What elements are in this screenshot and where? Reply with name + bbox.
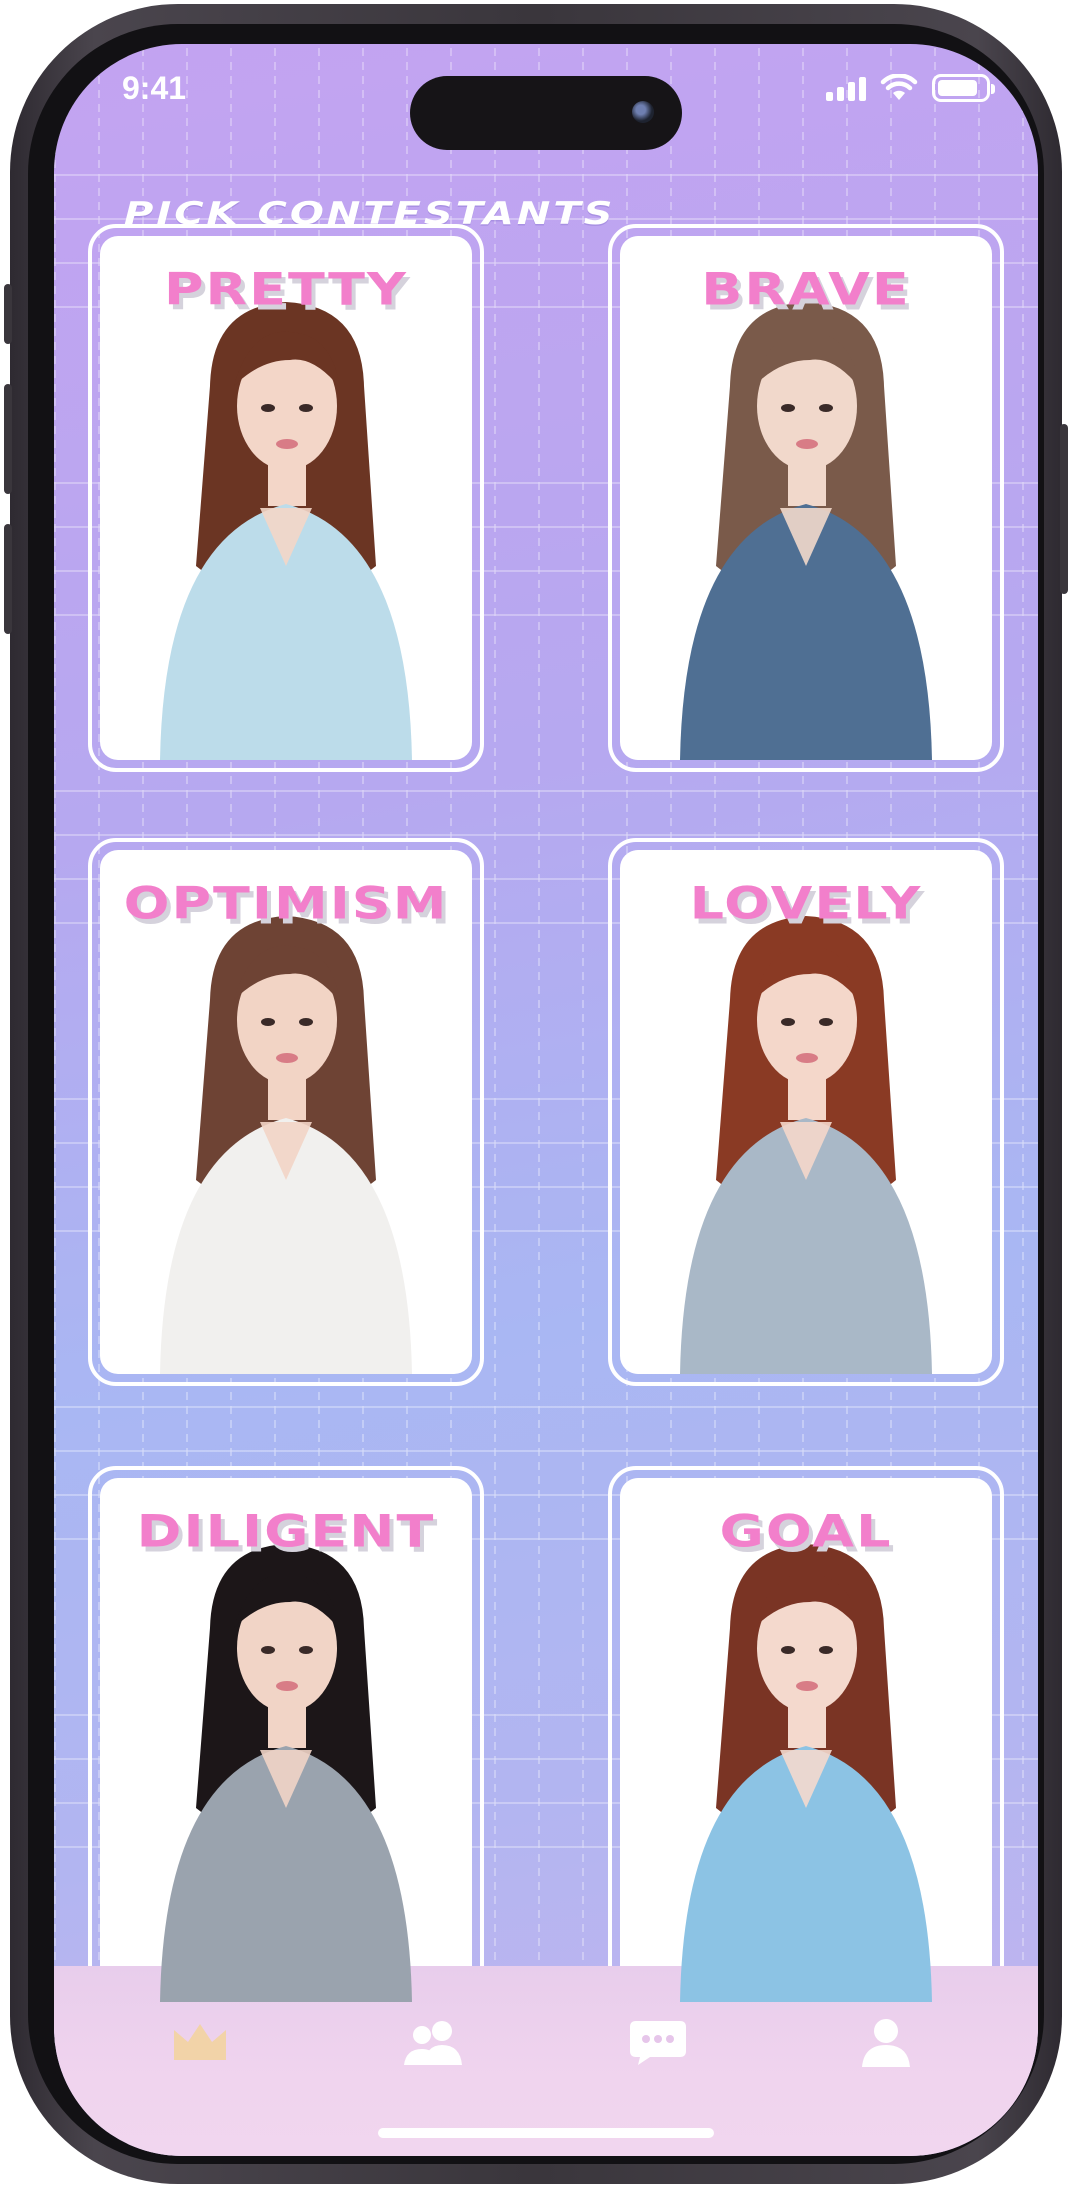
- contestant-card-lovely[interactable]: LOVELY: [608, 838, 1004, 1386]
- tab-messages[interactable]: [626, 2014, 690, 2070]
- card-label: BRAVE: [701, 263, 911, 316]
- tab-contestants[interactable]: [402, 2014, 466, 2070]
- wifi-icon: [880, 74, 918, 100]
- contestant-card-pretty[interactable]: PRETTY: [88, 224, 484, 772]
- card-label: DILIGENT: [136, 1505, 436, 1558]
- person-icon: [862, 2019, 910, 2067]
- users-icon: [404, 2021, 462, 2065]
- volume-down-button: [4, 524, 12, 634]
- phone-frame: 9:41 PICK CONTESTANTS PRETTY BRAVE OPTIM…: [4, 4, 1068, 2184]
- action-button: [4, 284, 12, 344]
- card-label: LOVELY: [689, 877, 923, 930]
- volume-up-button: [4, 384, 12, 494]
- power-button: [1060, 424, 1068, 594]
- card-label: PRETTY: [163, 263, 409, 316]
- chat-icon: [630, 2021, 686, 2065]
- home-indicator: [378, 2128, 714, 2138]
- contestant-card-optimism[interactable]: OPTIMISM: [88, 838, 484, 1386]
- status-time: 9:41: [122, 70, 187, 106]
- tab-profile[interactable]: [854, 2014, 918, 2070]
- camera-icon: [632, 101, 654, 123]
- signal-icon: [826, 75, 866, 101]
- card-label: GOAL: [719, 1505, 893, 1558]
- dynamic-island: [410, 76, 682, 150]
- card-label: OPTIMISM: [123, 877, 449, 930]
- tab-ranking[interactable]: [168, 2014, 232, 2070]
- status-icons: [826, 74, 995, 102]
- app-screen: 9:41 PICK CONTESTANTS PRETTY BRAVE OPTIM…: [54, 44, 1038, 2156]
- battery-icon: [932, 74, 995, 102]
- contestant-card-diligent[interactable]: DILIGENT: [88, 1466, 484, 2014]
- contestant-card-goal[interactable]: GOAL: [608, 1466, 1004, 2014]
- crown-icon: [174, 2024, 226, 2060]
- contestant-card-brave[interactable]: BRAVE: [608, 224, 1004, 772]
